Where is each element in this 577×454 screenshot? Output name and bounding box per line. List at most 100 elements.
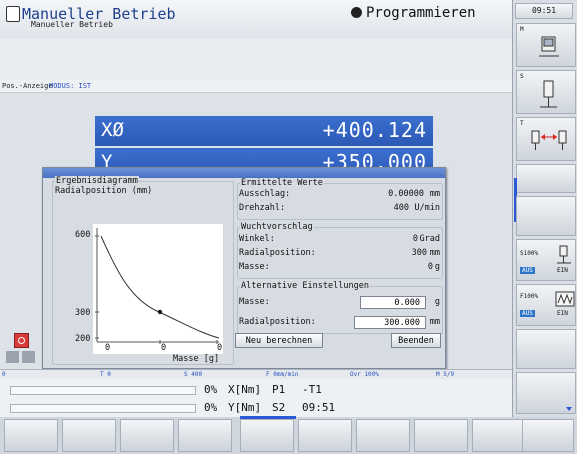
result-chart — [93, 224, 223, 354]
feed-override-on[interactable]: EIN — [557, 310, 568, 317]
machine-mode-icon — [6, 6, 20, 22]
progress-bar — [10, 404, 196, 413]
result-point — [157, 309, 163, 315]
softkey-row-indicator — [240, 416, 296, 419]
axis-value: +400.124 — [322, 118, 427, 142]
softkey-4[interactable] — [178, 419, 232, 452]
recalculate-button[interactable]: Neu berechnen — [235, 333, 323, 348]
softkey-5[interactable] — [240, 419, 294, 452]
key-letter: M — [520, 26, 524, 33]
axis-name: XØ — [101, 119, 124, 141]
result-diagram-group: Ergebnisdiagramm Radialposition (mm) 600… — [52, 176, 234, 365]
position-display-label: Pos.-Anzeige — [2, 82, 53, 90]
softkey-6[interactable] — [298, 419, 352, 452]
alternative-settings-group: Alternative Einstellungen Masse: 0.000 g… — [237, 281, 443, 334]
feed-override-label: F100% — [520, 293, 539, 300]
balancing-dialog: Ergebnisdiagramm Radialposition (mm) 600… — [42, 167, 446, 369]
nav-tab-icon[interactable] — [6, 351, 19, 363]
t-function-key[interactable]: T — [516, 117, 576, 161]
stop-icon[interactable] — [14, 333, 29, 348]
spindle-label: S2 — [272, 401, 286, 414]
tool-change-icon — [531, 130, 567, 150]
sidebar-key-empty[interactable] — [516, 329, 576, 369]
speed-label: Drehzahl: — [239, 203, 286, 213]
sidebar-key-empty[interactable] — [516, 196, 576, 236]
y-tick-label: 300 — [75, 308, 91, 318]
y-tick-label: 600 — [75, 230, 91, 240]
mass-value: 0 — [427, 262, 433, 272]
group-title: Ergebnisdiagramm — [55, 176, 139, 186]
mass-label: Masse: — [239, 262, 270, 272]
deflection-value: 0.00000 — [388, 189, 424, 199]
progress-bar — [10, 386, 196, 395]
exit-button[interactable]: Beenden — [391, 333, 441, 348]
position-display-mode[interactable]: MODUS: IST — [49, 80, 91, 92]
measured-values-group: Ermittelte Werte Ausschlag: 0.00000 mm D… — [237, 178, 443, 220]
alt-radial-input[interactable]: 300.000 — [354, 316, 426, 329]
x-tick-label: 0 — [161, 343, 167, 353]
info-band — [0, 38, 512, 80]
angle-value: 0 — [412, 234, 418, 244]
result-chart-svg — [95, 228, 220, 344]
alt-mass-input[interactable]: 0.000 — [360, 296, 426, 309]
radial-position-value: 300 — [411, 248, 427, 258]
m-function-icon — [539, 36, 559, 57]
speed-value: 400 — [393, 203, 409, 213]
alt-mass-label: Masse: — [239, 297, 270, 307]
sidebar-key-empty[interactable] — [516, 372, 576, 414]
spindle-override-off[interactable]: AUS — [520, 267, 535, 274]
deflection-label: Ausschlag: — [239, 189, 291, 199]
alt-radial-unit: mm — [429, 317, 440, 327]
softkey-8[interactable] — [414, 419, 468, 452]
status-item: Ovr 100% — [350, 371, 379, 378]
angle-unit: Grad — [419, 234, 440, 244]
feed-override-icon — [555, 291, 575, 307]
balancing-suggestion-group: Wuchtvorschlag Winkel: 0 Grad Radialposi… — [237, 222, 443, 279]
softkey-2[interactable] — [62, 419, 116, 452]
group-title: Wuchtvorschlag — [240, 222, 314, 232]
m-function-key[interactable]: M — [516, 23, 576, 67]
vertical-softkey-bar: M S T S100% AUS EIN F100% AUS EIN — [512, 0, 577, 417]
y-torque-percent: 0% — [204, 401, 218, 414]
softkey-1[interactable] — [4, 419, 58, 452]
spindle-override-label: S100% — [520, 250, 539, 257]
sidebar-key-empty[interactable] — [516, 164, 576, 193]
axis-row-x: XØ +400.124 — [95, 116, 433, 146]
result-curve — [100, 235, 220, 339]
pallet-label: P1 — [272, 383, 286, 396]
x-tick-label: 0 — [217, 343, 223, 353]
alt-radial-label: Radialposition: — [239, 317, 316, 327]
x-torque-percent: 0% — [204, 383, 218, 396]
spindle-override-on[interactable]: EIN — [557, 267, 568, 274]
radial-position-unit: mm — [429, 248, 440, 258]
softkey-3[interactable] — [120, 419, 174, 452]
status-item: T 0 — [100, 371, 111, 378]
feed-override-off[interactable]: AUS — [520, 310, 535, 317]
x-tick-label: 0 — [105, 343, 111, 353]
mass-unit: g — [434, 262, 440, 272]
radial-position-label: Radialposition: — [239, 248, 316, 258]
spindle-override-key[interactable]: S100% AUS EIN — [516, 239, 576, 281]
softkey-9[interactable] — [472, 419, 526, 452]
tool-label: -T1 — [302, 383, 322, 396]
feed-override-key[interactable]: F100% AUS EIN — [516, 284, 576, 326]
program-mode-icon — [351, 7, 362, 18]
softkey-7[interactable] — [356, 419, 410, 452]
program-mode-label[interactable]: Programmieren — [366, 5, 476, 21]
info-panel: 0% X[Nm] P1 -T1 0% Y[Nm] S2 09:51 — [0, 379, 512, 417]
deflection-unit: mm — [429, 189, 440, 199]
y-torque-label: Y[Nm] — [228, 401, 262, 414]
speed-unit: U/min — [414, 203, 440, 213]
nav-tab-icon[interactable] — [22, 351, 35, 363]
key-letter: S — [520, 73, 524, 80]
group-title: Ermittelte Werte — [240, 178, 324, 188]
s-function-key[interactable]: S — [516, 70, 576, 114]
key-letter: T — [520, 120, 524, 127]
position-display-bar: Pos.-Anzeige MODUS: IST — [0, 80, 512, 93]
y-tick-label: 200 — [75, 334, 91, 344]
softkey-10[interactable] — [522, 419, 574, 452]
status-item: F 0mm/min — [266, 371, 299, 378]
y-axis-title: Radialposition (mm) — [55, 186, 153, 196]
alt-mass-unit: g — [434, 297, 440, 307]
clock-label: 09:51 — [302, 401, 336, 414]
